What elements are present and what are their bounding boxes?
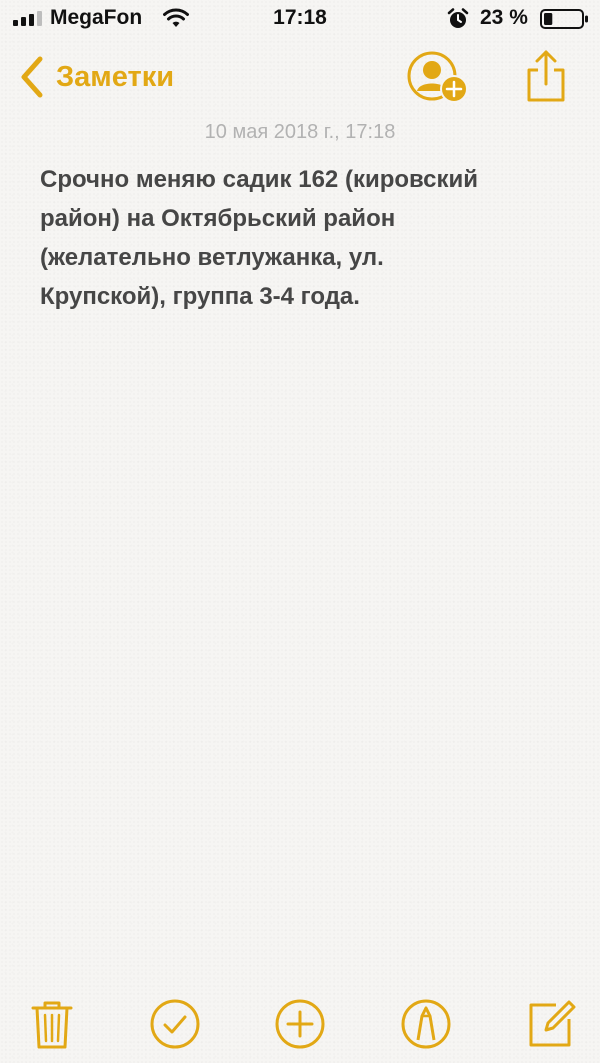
battery-icon xyxy=(540,9,588,29)
checklist-icon xyxy=(150,999,200,1049)
battery-percentage: 23 % xyxy=(480,6,528,29)
compose-icon xyxy=(529,1000,576,1047)
add-icon xyxy=(275,999,325,1049)
delete-button[interactable] xyxy=(24,996,80,1052)
back-button[interactable]: Заметки xyxy=(18,52,174,102)
add-people-button[interactable] xyxy=(404,50,470,106)
share-button[interactable] xyxy=(524,48,568,104)
status-bar: MegaFon 17:18 23 % xyxy=(0,0,600,40)
share-icon xyxy=(527,50,565,102)
compose-button[interactable] xyxy=(522,996,578,1052)
chevron-left-icon xyxy=(21,56,43,98)
markup-icon xyxy=(401,999,451,1049)
back-label: Заметки xyxy=(56,60,175,93)
note-date: 10 мая 2018 г., 17:18 xyxy=(204,121,396,143)
note-body[interactable]: Срочно меняю садик 162 (кировский район)… xyxy=(40,160,560,316)
checklist-button[interactable] xyxy=(147,996,203,1052)
alarm-icon xyxy=(447,8,469,28)
add-people-icon xyxy=(407,51,468,103)
bottom-toolbar xyxy=(0,990,600,1063)
markup-button[interactable] xyxy=(398,996,454,1052)
navigation-bar: Заметки xyxy=(0,40,600,120)
add-attachment-button[interactable] xyxy=(272,996,328,1052)
trash-icon xyxy=(31,1001,73,1049)
